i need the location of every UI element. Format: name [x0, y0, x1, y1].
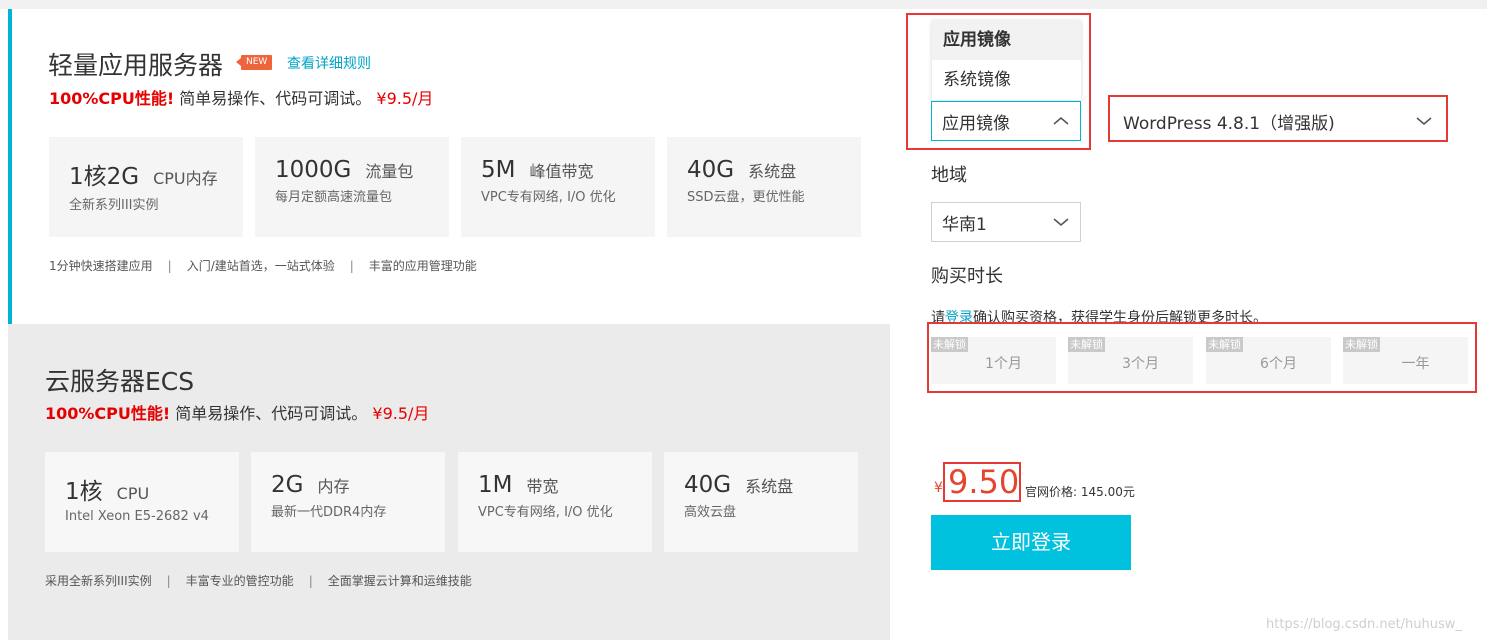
- spec-value: 40G: [687, 157, 735, 183]
- promo-price: ¥9.5/月: [376, 89, 434, 108]
- promo-text: 简单易操作、代码可调试。: [175, 404, 368, 423]
- duration-option-label: 6个月: [1260, 356, 1297, 372]
- locked-badge: 未解锁: [1068, 337, 1105, 352]
- spec-card: 40G 系统盘 高效云盘: [664, 452, 858, 552]
- feature-separator: |: [349, 259, 354, 273]
- spec-desc: 高效云盘: [684, 505, 737, 520]
- watermark: https://blog.csdn.net/huhusw_: [1266, 617, 1462, 632]
- spec-desc: Intel Xeon E5-2682 v4: [65, 509, 209, 524]
- image-type-select[interactable]: 应用镜像: [931, 101, 1081, 141]
- spec-card: 40G 系统盘 SSD云盘，更优性能: [667, 137, 861, 237]
- spec-value: 1核2G: [69, 164, 140, 190]
- spec-card: 2G 内存 最新一代DDR4内存: [251, 452, 445, 552]
- spec-unit: CPU: [116, 484, 150, 503]
- duration-option-label: 3个月: [1122, 356, 1159, 372]
- feature-separator: |: [167, 259, 172, 273]
- region-value: 华南1: [942, 214, 987, 235]
- spec-value: 2G: [271, 472, 304, 498]
- dropdown-option-app-image[interactable]: 应用镜像: [932, 20, 1081, 60]
- spec-value: 1核: [65, 479, 103, 505]
- spec-value: 5M: [481, 157, 516, 183]
- spec-card: 5M 峰值带宽 VPC专有网络, I/O 优化: [461, 137, 655, 237]
- ecs-features: 采用全新系列III实例 | 丰富专业的管控功能 | 全面掌握云计算和运维技能: [45, 572, 472, 589]
- login-note-prefix: 请: [931, 310, 945, 326]
- light-server-features: 1分钟快速搭建应用 | 入门/建站首选，一站式体验 | 丰富的应用管理功能: [49, 257, 477, 274]
- region-label: 地域: [931, 165, 967, 186]
- promo-highlight: 100%CPU性能!: [49, 89, 175, 108]
- chevron-down-icon: [1416, 117, 1432, 126]
- dropdown-option-system-image[interactable]: 系统镜像: [932, 60, 1081, 100]
- feature-item: 全面掌握云计算和运维技能: [327, 574, 472, 588]
- spec-desc: 每月定额高速流量包: [275, 190, 393, 205]
- spec-unit: CPU内存: [153, 169, 218, 188]
- spec-card: 1M 带宽 VPC专有网络, I/O 优化: [458, 452, 652, 552]
- duration-option-label: 1个月: [985, 356, 1022, 372]
- duration-option-6-months[interactable]: 未解锁 6个月: [1206, 337, 1331, 384]
- light-server-title: 轻量应用服务器: [48, 51, 224, 80]
- light-server-promo: 100%CPU性能! 简单易操作、代码可调试。 ¥9.5/月: [49, 85, 433, 109]
- duration-option-label: 一年: [1401, 356, 1430, 372]
- active-product-indicator: [8, 9, 12, 324]
- promo-text: 简单易操作、代码可调试。: [179, 89, 372, 108]
- new-badge: NEW: [235, 55, 273, 70]
- duration-option-3-months[interactable]: 未解锁 3个月: [1068, 337, 1193, 384]
- spec-card: 1000G 流量包 每月定额高速流量包: [255, 137, 449, 237]
- spec-unit: 系统盘: [745, 477, 794, 496]
- spec-unit: 流量包: [365, 162, 414, 181]
- currency-symbol: ¥: [934, 480, 943, 496]
- login-now-button[interactable]: 立即登录: [931, 515, 1131, 570]
- spec-desc: VPC专有网络, I/O 优化: [481, 190, 616, 205]
- ecs-promo: 100%CPU性能! 简单易操作、代码可调试。 ¥9.5/月: [45, 400, 429, 424]
- app-image-select[interactable]: WordPress 4.8.1（增强版): [1112, 101, 1444, 141]
- chevron-down-icon: [1053, 218, 1069, 227]
- feature-item: 采用全新系列III实例: [45, 574, 152, 588]
- login-note: 请登录确认购买资格，获得学生身份后解锁更多时长。: [931, 307, 1267, 327]
- region-select[interactable]: 华南1: [931, 202, 1081, 242]
- price-value: 9.50: [948, 463, 1020, 501]
- login-note-text: 确认购买资格，获得学生身份后解锁更多时长。: [973, 310, 1267, 326]
- duration-option-1-year[interactable]: 未解锁 一年: [1343, 337, 1468, 384]
- spec-value: 40G: [684, 472, 732, 498]
- spec-card: 1核2G CPU内存 全新系列III实例: [49, 137, 243, 237]
- feature-item: 入门/建站首选，一站式体验: [186, 259, 335, 273]
- spec-value: 1000G: [275, 157, 352, 183]
- locked-badge: 未解锁: [1206, 337, 1243, 352]
- spec-desc: VPC专有网络, I/O 优化: [478, 505, 613, 520]
- official-price: 官网价格: 145.00元: [1025, 485, 1135, 499]
- spec-card: 1核 CPU Intel Xeon E5-2682 v4: [45, 452, 239, 552]
- duration-label: 购买时长: [931, 266, 1003, 287]
- spec-unit: 峰值带宽: [529, 162, 594, 181]
- spec-unit: 内存: [317, 477, 350, 496]
- feature-separator: |: [308, 574, 313, 588]
- feature-item: 丰富专业的管控功能: [185, 574, 294, 588]
- ecs-title[interactable]: 云服务器ECS: [45, 362, 194, 398]
- spec-unit: 带宽: [526, 477, 559, 496]
- spec-unit: 系统盘: [748, 162, 797, 181]
- feature-separator: |: [166, 574, 171, 588]
- spec-desc: 最新一代DDR4内存: [271, 505, 387, 520]
- rules-link[interactable]: 查看详细规则: [287, 53, 371, 73]
- image-type-dropdown-menu: 应用镜像 系统镜像: [932, 20, 1081, 100]
- locked-badge: 未解锁: [1343, 337, 1380, 352]
- image-type-value: 应用镜像: [942, 113, 1010, 134]
- spec-desc: SSD云盘，更优性能: [687, 190, 805, 205]
- promo-price: ¥9.5/月: [372, 404, 430, 423]
- locked-badge: 未解锁: [931, 337, 968, 352]
- promo-highlight: 100%CPU性能!: [45, 404, 171, 423]
- top-strip: [0, 0, 1487, 9]
- chevron-up-icon: [1053, 116, 1069, 125]
- spec-desc: 全新系列III实例: [69, 198, 159, 213]
- spec-value: 1M: [478, 472, 513, 498]
- feature-item: 1分钟快速搭建应用: [49, 259, 153, 273]
- login-link[interactable]: 登录: [945, 310, 973, 326]
- duration-option-1-month[interactable]: 未解锁 1个月: [931, 337, 1056, 384]
- feature-item: 丰富的应用管理功能: [368, 259, 477, 273]
- app-image-value: WordPress 4.8.1（增强版): [1123, 113, 1335, 134]
